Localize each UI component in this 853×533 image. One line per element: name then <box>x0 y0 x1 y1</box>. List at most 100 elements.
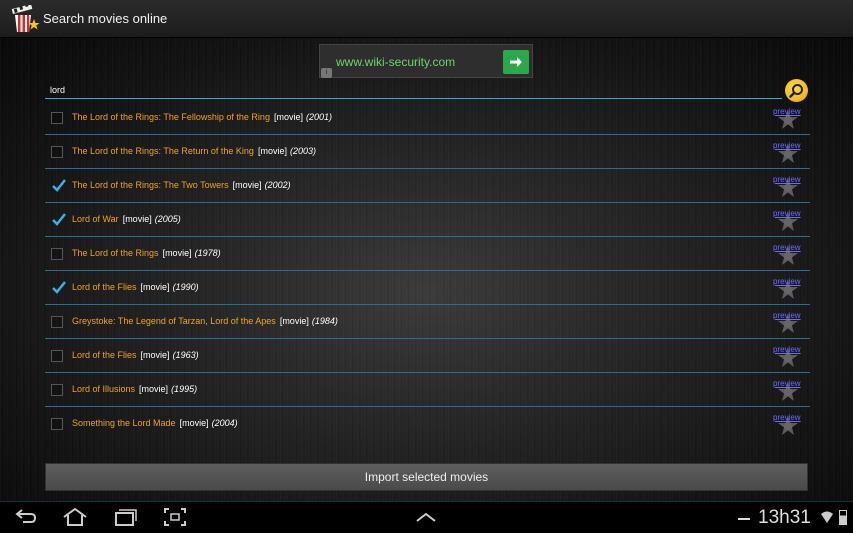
movie-year: (2002) <box>264 180 291 190</box>
minimize-dash-icon <box>738 518 750 520</box>
movie-title: The Lord of the Rings: The Fellowship of… <box>72 112 270 122</box>
search-input[interactable] <box>45 82 782 99</box>
movie-year: (1984) <box>311 316 338 326</box>
movie-title: The Lord of the Rings: The Two Towers <box>72 180 229 190</box>
preview-label[interactable]: preview <box>773 175 801 184</box>
movie-kind: [movie] <box>140 282 170 292</box>
preview-button[interactable]: preview <box>769 275 809 303</box>
preview-label[interactable]: preview <box>773 345 801 354</box>
preview-button[interactable]: preview <box>769 173 809 201</box>
list-item[interactable]: Lord of War [movie] (2005) preview <box>45 203 810 237</box>
preview-label[interactable]: preview <box>773 209 801 218</box>
import-selected-button[interactable]: Import selected movies <box>45 463 808 491</box>
movie-line: Lord of the Flies [movie] (1990) <box>72 282 199 292</box>
row-checkbox[interactable] <box>51 350 63 362</box>
movie-year: (1990) <box>172 282 199 292</box>
list-item[interactable]: The Lord of the Rings [movie] (1978) previ… <box>45 237 810 271</box>
movie-year: (1963) <box>172 350 199 360</box>
preview-label[interactable]: preview <box>773 107 801 116</box>
row-checkbox[interactable] <box>51 281 66 294</box>
preview-button[interactable]: preview <box>769 343 809 371</box>
list-item[interactable]: Greystoke: The Legend of Tarzan, Lord of… <box>45 305 810 339</box>
row-checkbox[interactable] <box>51 316 63 328</box>
wifi-icon <box>820 510 834 529</box>
list-item[interactable]: Lord of Illusions [movie] (1995) preview <box>45 373 810 407</box>
checkmark-icon <box>52 281 66 294</box>
list-item[interactable]: The Lord of the Rings: The Fellowship of… <box>45 101 810 135</box>
movie-line: Something the Lord Made [movie] (2004) <box>72 418 238 428</box>
movie-year: (2001) <box>305 112 332 122</box>
movie-line: The Lord of the Rings: The Return of the… <box>72 146 316 156</box>
movie-title: The Lord of the Rings: The Return of the… <box>72 146 254 156</box>
preview-button[interactable]: preview <box>769 139 809 167</box>
screenshot-icon[interactable] <box>163 507 187 532</box>
preview-label[interactable]: preview <box>773 277 801 286</box>
row-checkbox[interactable] <box>51 418 63 430</box>
checkmark-icon <box>52 213 66 226</box>
preview-button[interactable]: preview <box>769 377 809 405</box>
search-icon <box>789 84 803 98</box>
row-checkbox[interactable] <box>51 213 66 226</box>
movie-line: Lord of the Flies [movie] (1963) <box>72 350 199 360</box>
list-item[interactable]: Lord of the Flies [movie] (1963) preview <box>45 339 810 373</box>
list-item[interactable]: Something the Lord Made [movie] (2004) pre… <box>45 407 810 441</box>
chevron-up-icon[interactable] <box>415 507 437 532</box>
preview-label[interactable]: preview <box>773 311 801 320</box>
back-icon[interactable] <box>14 507 38 532</box>
movie-title: Lord of the Flies <box>72 282 137 292</box>
row-checkbox[interactable] <box>51 146 63 158</box>
movie-year: (2003) <box>289 146 316 156</box>
search-button[interactable] <box>785 79 808 102</box>
ad-banner[interactable]: i www.wiki-security.com <box>319 44 533 78</box>
movie-kind: [movie] <box>122 214 152 224</box>
movie-line: Greystoke: The Legend of Tarzan, Lord of… <box>72 316 338 326</box>
info-icon[interactable]: i <box>321 68 332 78</box>
movie-title: Lord of Illusions <box>72 384 136 394</box>
movie-line: Lord of War [movie] (2005) <box>72 214 181 224</box>
movie-year: (1978) <box>194 248 221 258</box>
clock[interactable]: 13h31 <box>758 507 811 529</box>
movie-title: Lord of War <box>72 214 119 224</box>
movie-kind: [movie] <box>232 180 262 190</box>
preview-label[interactable]: preview <box>773 141 801 150</box>
movie-kind: [movie] <box>257 146 287 156</box>
preview-label[interactable]: preview <box>773 243 801 252</box>
home-icon[interactable] <box>61 507 89 532</box>
movie-year: (1995) <box>171 384 198 394</box>
row-checkbox[interactable] <box>51 112 63 124</box>
movie-kind: [movie] <box>162 248 192 258</box>
preview-button[interactable]: preview <box>769 105 809 133</box>
checkmark-icon <box>52 179 66 192</box>
list-item[interactable]: Lord of the Flies [movie] (1990) preview <box>45 271 810 305</box>
row-checkbox[interactable] <box>51 179 66 192</box>
movie-line: Lord of Illusions [movie] (1995) <box>72 384 197 394</box>
movie-kind: [movie] <box>273 112 303 122</box>
movie-line: The Lord of the Rings: The Two Towers [mo… <box>72 180 291 190</box>
movie-line: The Lord of the Rings: The Fellowship of… <box>72 112 332 122</box>
recent-apps-icon[interactable] <box>113 507 137 532</box>
movie-kind: [movie] <box>139 384 169 394</box>
ad-go-button[interactable] <box>503 50 529 74</box>
preview-button[interactable]: preview <box>769 241 809 269</box>
row-checkbox[interactable] <box>51 248 63 260</box>
list-item[interactable]: The Lord of the Rings: The Return of the… <box>45 135 810 169</box>
app-title: Search movies online <box>43 11 168 26</box>
preview-button[interactable]: preview <box>769 411 809 439</box>
preview-label[interactable]: preview <box>773 379 801 388</box>
movie-kind: [movie] <box>140 350 170 360</box>
preview-button[interactable]: preview <box>769 207 809 235</box>
popcorn-clapperboard-icon <box>10 2 40 33</box>
movie-title: The Lord of the Rings <box>72 248 159 258</box>
action-bar: Search movies online <box>0 0 853 38</box>
movie-title: Lord of the Flies <box>72 350 137 360</box>
battery-icon <box>839 510 847 525</box>
ad-text[interactable]: www.wiki-security.com <box>336 55 455 69</box>
movie-kind: [movie] <box>279 316 309 326</box>
preview-label[interactable]: preview <box>773 413 801 422</box>
preview-button[interactable]: preview <box>769 309 809 337</box>
row-checkbox[interactable] <box>51 384 63 396</box>
list-item[interactable]: The Lord of the Rings: The Two Towers [mo… <box>45 169 810 203</box>
results-list: The Lord of the Rings: The Fellowship of… <box>45 101 810 441</box>
movie-kind: [movie] <box>179 418 209 428</box>
movie-title: Something the Lord Made <box>72 418 176 428</box>
